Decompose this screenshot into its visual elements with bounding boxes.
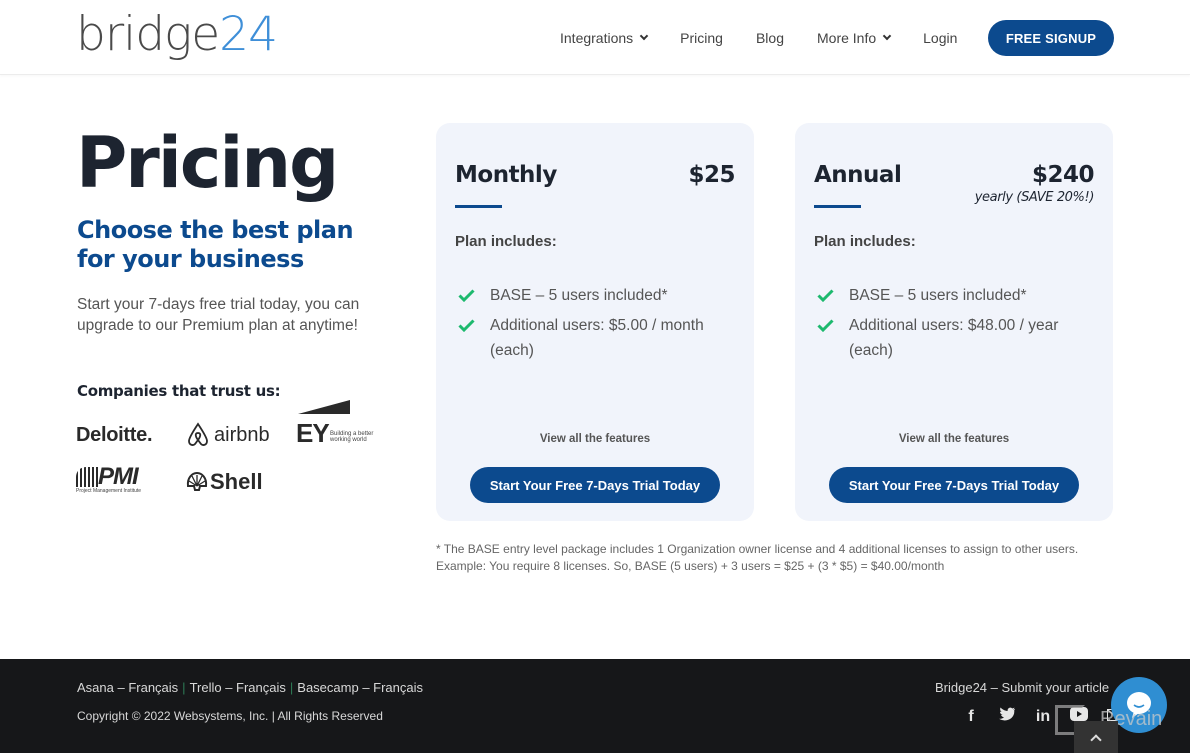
ey-text: EY xyxy=(296,418,330,448)
plan-price: $25 xyxy=(688,162,735,188)
feature-text: BASE – 5 users included* xyxy=(849,287,1027,304)
feature-item: Additional users: $5.00 / month (each) xyxy=(458,313,738,363)
plan-includes-label: Plan includes: xyxy=(455,233,557,250)
linkedin-icon[interactable]: in xyxy=(1034,708,1052,726)
main-nav: Integrations Pricing Blog More Info Logi… xyxy=(560,0,990,75)
logo-text: bridge xyxy=(76,7,220,62)
start-trial-button[interactable]: Start Your Free 7-Days Trial Today xyxy=(470,467,720,503)
plan-card-annual: Annual $240 yearly (SAVE 20%!) Plan incl… xyxy=(795,123,1113,521)
ey-beam-icon xyxy=(298,400,350,414)
nav-more-info[interactable]: More Info xyxy=(817,29,892,46)
check-icon xyxy=(817,313,834,338)
check-icon xyxy=(458,313,475,338)
title-underline xyxy=(814,205,861,208)
airbnb-icon xyxy=(188,422,208,446)
nav-label: Pricing xyxy=(680,29,723,46)
copyright: Copyright © 2022 Websystems, Inc. | All … xyxy=(77,709,383,723)
trust-heading: Companies that trust us: xyxy=(77,382,281,400)
feature-item: BASE – 5 users included* xyxy=(817,283,1097,308)
chevron-down-icon xyxy=(882,31,892,40)
feature-item: Additional users: $48.00 / year (each) xyxy=(817,313,1097,363)
check-icon xyxy=(817,283,834,308)
bridge24-logo[interactable]: bridge24 xyxy=(76,4,278,66)
footer-link-trello[interactable]: Trello – Français xyxy=(190,680,286,695)
separator: | xyxy=(182,680,186,695)
footer-link-asana[interactable]: Asana – Français xyxy=(77,680,178,695)
nav-integrations[interactable]: Integrations xyxy=(560,29,649,46)
footer-link-basecamp[interactable]: Basecamp – Français xyxy=(297,680,423,695)
deloitte-logo: Deloitte. xyxy=(76,424,153,446)
site-footer: Asana – Français | Trello – Français | Basec… xyxy=(0,659,1190,753)
shell-icon xyxy=(186,472,208,491)
footnote-example: Example: You require 8 licenses. So, BAS… xyxy=(436,559,945,573)
pmi-text: PMI xyxy=(98,463,139,490)
view-features-link[interactable]: View all the features xyxy=(436,433,754,445)
plan-price: $240 xyxy=(1031,162,1095,188)
plan-name: Annual xyxy=(814,162,902,188)
pmi-tagline: Project Management Institute xyxy=(76,488,142,494)
shell-logo: Shell xyxy=(186,469,263,495)
nav-pricing[interactable]: Pricing xyxy=(680,30,723,46)
plan-name: Monthly xyxy=(455,162,557,188)
feature-list: BASE – 5 users included* Additional user… xyxy=(458,283,738,368)
start-trial-button[interactable]: Start Your Free 7-Days Trial Today xyxy=(829,467,1079,503)
nav-label: Login xyxy=(923,29,958,46)
shell-text: Shell xyxy=(210,469,263,494)
page-title: Pricing xyxy=(76,122,339,204)
plan-card-monthly: Monthly $25 Plan includes: BASE – 5 user… xyxy=(436,123,754,521)
page-description: Start your 7-days free trial today, you … xyxy=(77,296,360,334)
nav-login[interactable]: Login xyxy=(923,30,957,46)
footer-links: Asana – Français | Trello – Français | Basec… xyxy=(77,680,423,695)
feature-item: BASE – 5 users included* xyxy=(458,283,738,308)
plan-price-note: yearly (SAVE 20%!) xyxy=(974,190,1095,205)
free-signup-button[interactable]: FREE SIGNUP xyxy=(988,20,1114,56)
nav-label: More Info xyxy=(817,29,877,46)
logo-number: 24 xyxy=(219,7,278,62)
submit-article-link[interactable]: Bridge24 – Submit your article xyxy=(935,680,1109,695)
twitter-icon[interactable] xyxy=(998,707,1016,726)
plan-includes-label: Plan includes: xyxy=(814,233,916,250)
nav-label: Blog xyxy=(755,29,784,46)
scroll-to-top-button[interactable] xyxy=(1074,721,1118,753)
title-underline xyxy=(455,205,502,208)
page-subtitle: Choose the best plan for your business xyxy=(77,216,354,273)
feature-list: BASE – 5 users included* Additional user… xyxy=(817,283,1097,368)
feature-text: BASE – 5 users included* xyxy=(490,287,668,304)
ey-tagline: Building a better working world xyxy=(330,431,374,443)
facebook-icon[interactable]: f xyxy=(962,708,980,726)
view-features-link[interactable]: View all the features xyxy=(795,433,1113,445)
nav-label: Integrations xyxy=(560,29,634,46)
chevron-down-icon xyxy=(639,31,649,40)
pricing-footnote: * The BASE entry level package includes … xyxy=(436,541,1078,575)
chevron-up-icon xyxy=(1090,733,1102,746)
check-icon xyxy=(458,283,475,308)
site-header: bridge24 Integrations Pricing Blog More … xyxy=(0,0,1190,75)
airbnb-text: airbnb xyxy=(214,423,270,446)
nav-blog[interactable]: Blog xyxy=(756,30,784,46)
footnote-line: * The BASE entry level package includes … xyxy=(436,542,1079,556)
airbnb-logo: airbnb xyxy=(186,422,270,448)
separator: | xyxy=(289,680,294,695)
pmi-globe-icon xyxy=(76,467,98,487)
feature-text: Additional users: $48.00 / year (each) xyxy=(849,317,1059,359)
feature-text: Additional users: $5.00 / month (each) xyxy=(490,317,704,359)
